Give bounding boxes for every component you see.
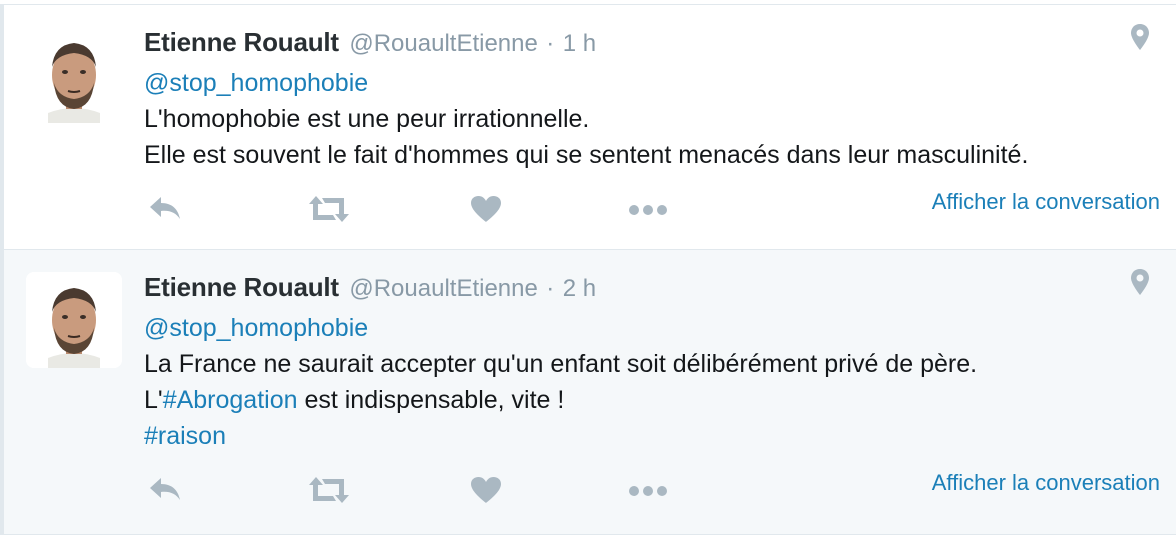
avatar[interactable]: [26, 27, 122, 123]
hashtag-link[interactable]: #Abrogation: [163, 386, 298, 414]
tweet-timeline: Etienne Rouault @RouaultEtienne · 1 h @s…: [0, 0, 1176, 538]
avatar-photo: [26, 27, 122, 123]
author-handle[interactable]: @RouaultEtienne: [349, 30, 537, 57]
text-fragment: L': [144, 386, 163, 414]
retweet-icon[interactable]: [308, 195, 350, 228]
avatar[interactable]: [26, 272, 122, 368]
tweet-text: @stop_homophobie L'homophobie est une pe…: [144, 65, 1028, 173]
tweet[interactable]: Etienne Rouault @RouaultEtienne · 1 h @s…: [0, 4, 1176, 249]
text-fragment: est indispensable, vite !: [297, 386, 565, 414]
tweet-header: Etienne Rouault @RouaultEtienne · 1 h: [144, 27, 596, 58]
tweet-text-line: L'homophobie est une peur irrationnelle.: [144, 105, 590, 133]
show-conversation-link[interactable]: Afficher la conversation: [932, 189, 1160, 215]
reply-icon[interactable]: [148, 195, 182, 226]
like-icon[interactable]: [470, 476, 502, 509]
author-handle[interactable]: @RouaultEtienne: [349, 275, 537, 302]
location-pin-icon[interactable]: [1130, 23, 1150, 56]
author-name[interactable]: Etienne Rouault: [144, 272, 339, 302]
tweet-header: Etienne Rouault @RouaultEtienne · 2 h: [144, 272, 596, 303]
timestamp[interactable]: 1 h: [563, 30, 596, 57]
retweet-icon[interactable]: [308, 476, 350, 509]
avatar-photo: [26, 272, 122, 368]
tweet[interactable]: Etienne Rouault @RouaultEtienne · 2 h @s…: [0, 249, 1176, 535]
tweet-actions: Afficher la conversation: [144, 470, 1160, 512]
tweet-actions: Afficher la conversation: [144, 189, 1160, 231]
like-icon[interactable]: [470, 195, 502, 228]
author-name[interactable]: Etienne Rouault: [144, 27, 339, 57]
show-conversation-link[interactable]: Afficher la conversation: [932, 470, 1160, 496]
tweet-text-line: La France ne saurait accepter qu'un enfa…: [144, 350, 978, 378]
timestamp[interactable]: 2 h: [563, 275, 596, 302]
separator: ·: [546, 30, 555, 57]
more-icon[interactable]: [628, 203, 668, 221]
separator: ·: [546, 275, 555, 302]
mention-link[interactable]: @stop_homophobie: [144, 69, 368, 97]
tweet-text: @stop_homophobie La France ne saurait ac…: [144, 310, 977, 454]
more-icon[interactable]: [628, 484, 668, 502]
tweet-text-line: Elle est souvent le fait d'hommes qui se…: [144, 141, 1029, 169]
tweet-text-line: L'#Abrogation est indispensable, vite !: [144, 382, 977, 418]
reply-icon[interactable]: [148, 476, 182, 507]
mention-link[interactable]: @stop_homophobie: [144, 314, 368, 342]
location-pin-icon[interactable]: [1130, 268, 1150, 301]
hashtag-link[interactable]: #raison: [144, 422, 226, 450]
